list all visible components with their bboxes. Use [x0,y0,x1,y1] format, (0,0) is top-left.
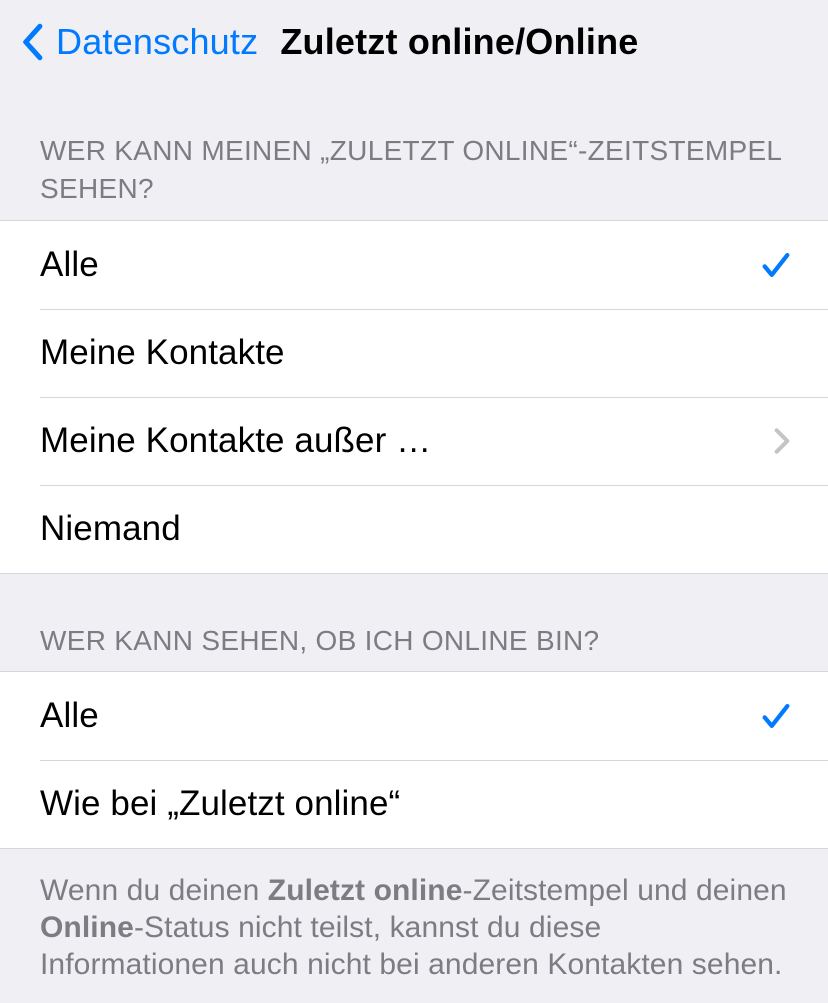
option-meine-kontakte[interactable]: Meine Kontakte [0,309,828,397]
nav-header: Datenschutz Zuletzt online/Online [0,0,828,84]
section2-list: Alle Wie bei „Zuletzt online“ [0,671,828,849]
footer-description: Wenn du deinen Zuletzt online-Zeitstempe… [0,849,828,1003]
back-button-label[interactable]: Datenschutz [56,21,258,63]
option-label: Niemand [40,509,181,549]
option-alle[interactable]: Alle [0,221,828,309]
page-title: Zuletzt online/Online [280,21,638,63]
option-label: Alle [40,696,99,736]
section1-header: WER KANN MEINEN „ZULETZT ONLINE“-ZEITSTE… [0,84,828,220]
footer-text-part: Wenn du deinen [40,874,268,907]
chevron-right-icon [770,424,794,458]
section1-list: Alle Meine Kontakte Meine Kontakte außer… [0,220,828,574]
option-label: Wie bei „Zuletzt online“ [40,784,400,824]
checkmark-icon [758,698,794,734]
checkmark-icon [758,247,794,283]
section2-header: WER KANN SEHEN, OB ICH ONLINE BIN? [0,574,828,672]
option-label: Meine Kontakte [40,333,285,373]
option-label: Alle [40,245,99,285]
option-niemand[interactable]: Niemand [0,485,828,573]
option-meine-kontakte-ausser[interactable]: Meine Kontakte außer … [0,397,828,485]
option-wie-bei-zuletzt-online[interactable]: Wie bei „Zuletzt online“ [0,760,828,848]
back-chevron-icon[interactable] [14,20,50,64]
footer-text-part: -Status nicht teilst, kannst du diese In… [40,911,782,981]
option-online-alle[interactable]: Alle [0,672,828,760]
footer-bold-zuletzt-online: Zuletzt online [268,874,463,907]
option-label: Meine Kontakte außer … [40,421,431,461]
footer-bold-online: Online [40,911,134,944]
footer-text-part: -Zeitstempel und deinen [463,874,787,907]
